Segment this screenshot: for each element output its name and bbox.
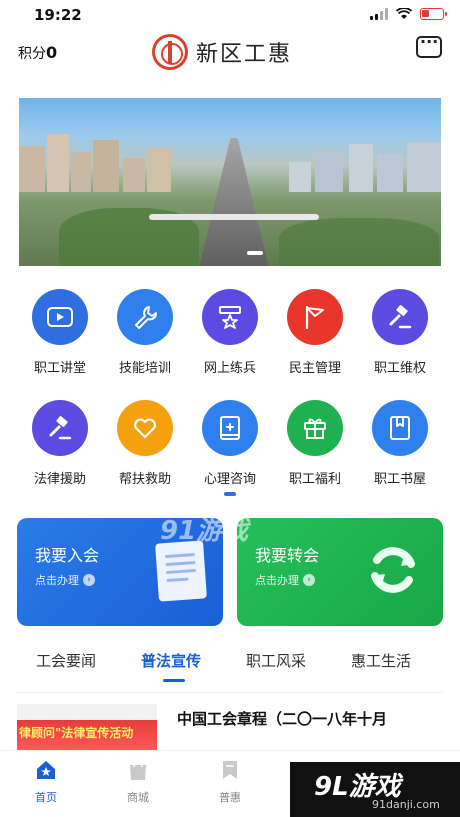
pedestrian-bridge — [149, 214, 319, 220]
document-illustration-icon — [155, 540, 207, 602]
news-tabs: 工会要闻 普法宣传 职工风采 惠工生活 — [0, 650, 460, 686]
news-title: 中国工会章程（二〇一八年十月 — [177, 710, 388, 728]
shopping-bag-icon — [130, 762, 146, 780]
battery-icon — [420, 8, 447, 20]
nav-mall[interactable]: 商城 — [108, 759, 168, 805]
service-label: 职工维权 — [373, 361, 426, 376]
service-label: 法律援助 — [33, 472, 86, 487]
service-item[interactable]: 职工维权 — [360, 289, 440, 376]
chevron-right-icon: › — [83, 574, 95, 586]
service-item[interactable]: 民主管理 — [275, 289, 355, 376]
union-logo-icon — [152, 34, 188, 70]
divider — [17, 692, 443, 693]
service-item[interactable]: 心理咨询 — [190, 400, 270, 487]
wifi-icon — [396, 8, 412, 19]
nav-home[interactable]: 首页 — [16, 759, 76, 805]
active-tab-indicator — [163, 679, 185, 682]
card-title: 我要入会 — [35, 546, 100, 565]
card-subtitle: 点击办理 › — [35, 572, 95, 588]
tab-worker-style[interactable]: 职工风采 — [246, 650, 306, 671]
gavel-icon — [32, 400, 88, 456]
message-icon[interactable] — [416, 32, 442, 58]
flag-icon — [287, 289, 343, 345]
site-watermark-domain: 91danji.com — [372, 798, 440, 811]
service-item[interactable]: 技能培训 — [105, 289, 185, 376]
service-label: 心理咨询 — [203, 472, 256, 487]
bookmark-icon — [223, 761, 237, 779]
nav-benefits[interactable]: 普惠 — [200, 759, 260, 805]
service-label: 职工书屋 — [373, 472, 426, 487]
banner-carousel[interactable] — [19, 98, 441, 266]
gavel-icon — [372, 289, 428, 345]
card-title: 我要转会 — [255, 546, 320, 565]
service-item[interactable]: 帮扶救助 — [105, 400, 185, 487]
points-display[interactable]: 积分0 — [18, 43, 57, 63]
status-bar: 19:22 — [0, 0, 460, 30]
service-label: 技能培训 — [118, 361, 171, 376]
service-label: 职工讲堂 — [33, 361, 86, 376]
points-value: 0 — [46, 43, 58, 62]
gift-icon — [287, 400, 343, 456]
watermark: 91游戏 — [160, 516, 249, 546]
thumbnail-caption: 律顾问"法律宣传活动 — [19, 726, 134, 740]
banner-indicator — [247, 251, 263, 255]
status-time: 19:22 — [34, 6, 82, 24]
nav-label: 商城 — [127, 791, 149, 804]
service-label: 网上练兵 — [203, 361, 256, 376]
card-subtitle: 点击办理 › — [255, 572, 315, 588]
star-badge-icon — [202, 289, 258, 345]
service-item[interactable]: 网上练兵 — [190, 289, 270, 376]
service-label: 帮扶救助 — [118, 472, 171, 487]
wrench-icon — [117, 289, 173, 345]
news-thumbnail: 律顾问"法律宣传活动 — [17, 704, 157, 750]
service-item[interactable]: 职工福利 — [275, 400, 355, 487]
app-header: 积分0 新区工惠 — [0, 30, 460, 76]
points-label: 积分 — [18, 46, 46, 62]
chevron-right-icon: › — [303, 574, 315, 586]
tab-benefit-life[interactable]: 惠工生活 — [351, 650, 411, 671]
transfer-union-card[interactable]: 我要转会 点击办理 › — [237, 518, 443, 626]
app-title: 新区工惠 — [196, 42, 293, 67]
video-play-icon — [32, 289, 88, 345]
brand: 新区工惠 — [152, 34, 292, 70]
site-watermark-logo: 9L游戏 91danji.com — [290, 762, 460, 817]
bookmark-book-icon — [372, 400, 428, 456]
signal-icon — [370, 8, 388, 20]
grid-page-indicator — [224, 492, 236, 496]
service-label: 民主管理 — [288, 361, 341, 376]
home-icon — [37, 761, 55, 779]
nav-label: 首页 — [35, 791, 57, 804]
service-item[interactable]: 职工书屋 — [360, 400, 440, 487]
book-plus-icon — [202, 400, 258, 456]
tab-union-news[interactable]: 工会要闻 — [36, 650, 96, 671]
service-item[interactable]: 法律援助 — [20, 400, 100, 487]
news-item[interactable]: 律顾问"法律宣传活动 中国工会章程（二〇一八年十月 — [0, 700, 460, 750]
refresh-icon — [371, 547, 415, 593]
heart-icon — [117, 400, 173, 456]
tab-legal-publicity[interactable]: 普法宣传 — [141, 650, 201, 671]
service-label: 职工福利 — [288, 472, 341, 487]
service-item[interactable]: 职工讲堂 — [20, 289, 100, 376]
status-icons — [370, 8, 447, 20]
nav-label: 普惠 — [219, 791, 241, 804]
